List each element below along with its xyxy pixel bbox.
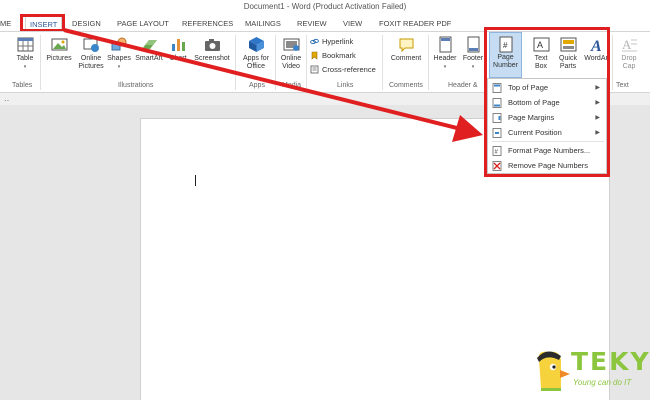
bird-mascot-icon <box>537 351 570 391</box>
teky-logo: TEKY Young can do IT <box>533 347 649 396</box>
logo-tagline: Young can do IT <box>573 378 632 387</box>
page-number-highlight <box>484 27 610 177</box>
logo-wordmark: TEKY <box>571 347 650 376</box>
